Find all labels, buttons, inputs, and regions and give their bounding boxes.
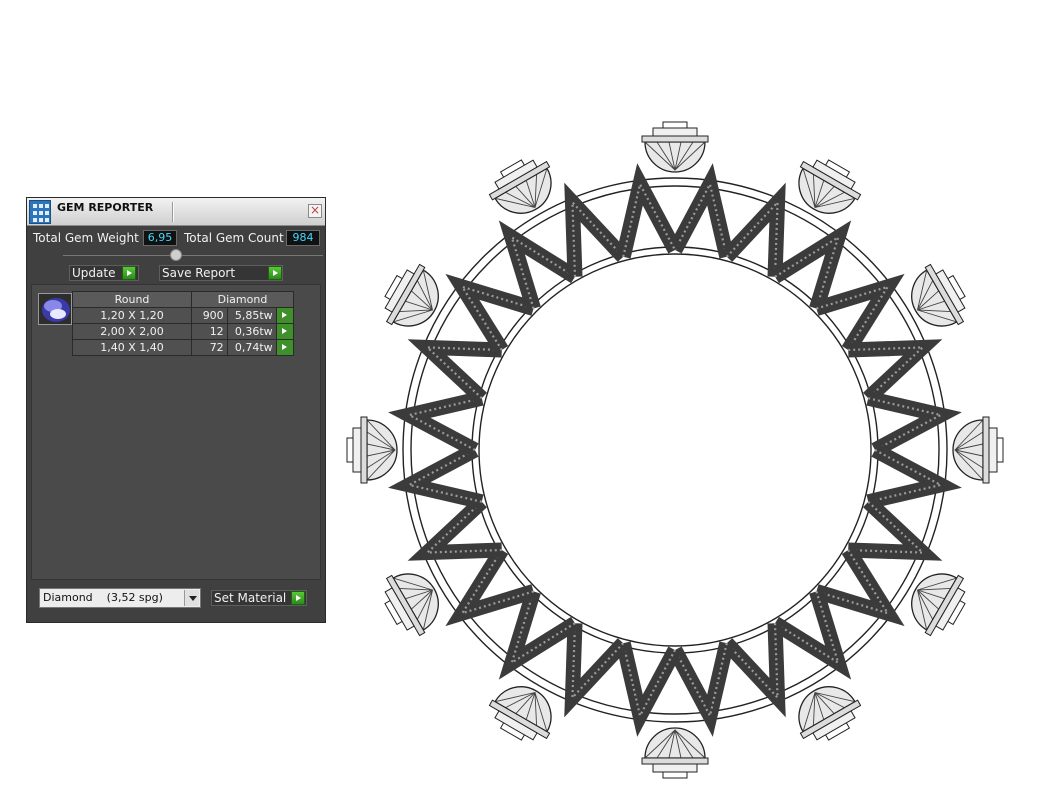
gem-size: 2,00 X 2,00	[72, 323, 192, 340]
chevron-down-icon[interactable]	[184, 590, 199, 606]
total-count-label: Total Gem Count	[184, 231, 284, 245]
ring-band	[478, 253, 872, 647]
gem-setting-head	[798, 686, 862, 741]
column-header-material: Diamond	[191, 291, 294, 308]
gem-table: Round Diamond 1,20 X 1,20 900 5,85tw 2,0…	[72, 291, 295, 356]
material-select-value: Diamond (3,52 spg)	[43, 591, 163, 604]
pave-strut	[407, 496, 503, 561]
gem-setting-head	[488, 159, 552, 214]
gem-setting-head	[952, 416, 1004, 484]
gem-setting-head	[798, 159, 862, 214]
ring-band	[402, 177, 948, 723]
pave-strut	[615, 163, 682, 259]
gem-setting-head	[384, 573, 439, 637]
gem-setting-head	[346, 416, 398, 484]
total-count-value: 984	[286, 230, 320, 246]
gem-count: 900	[191, 307, 228, 324]
gem-size: 1,20 X 1,20	[72, 307, 192, 324]
gem-size: 1,40 X 1,40	[72, 339, 192, 356]
gem-reporter-panel: GEM REPORTER × Total Gem Weight 6,95 Tot…	[26, 197, 326, 623]
play-arrow-icon[interactable]	[291, 591, 305, 605]
table-row[interactable]: 1,40 X 1,40 72 0,74tw	[72, 339, 295, 356]
slider-track[interactable]	[63, 255, 323, 256]
panel-title: GEM REPORTER	[57, 201, 154, 214]
gem-setting-head	[911, 573, 966, 637]
gem-count: 12	[191, 323, 228, 340]
round-gem-icon[interactable]	[38, 293, 72, 325]
panel-titlebar[interactable]: GEM REPORTER ×	[27, 198, 325, 226]
gem-reporter-app-icon	[29, 200, 51, 224]
gem-list-area: Round Diamond 1,20 X 1,20 900 5,85tw 2,0…	[31, 284, 321, 580]
ring-band	[410, 185, 940, 715]
pave-strut	[847, 496, 943, 561]
total-weight-label: Total Gem Weight	[33, 231, 139, 245]
gem-weight: 0,74tw	[226, 339, 277, 356]
pave-strut	[866, 390, 962, 457]
play-arrow-icon[interactable]	[122, 266, 136, 280]
save-report-button[interactable]: Save Report	[159, 265, 283, 281]
pave-strut	[721, 182, 786, 278]
table-header-row: Round Diamond	[72, 291, 294, 308]
gem-setting-head	[488, 686, 552, 741]
play-arrow-icon[interactable]	[275, 339, 295, 356]
gem-setting-head	[641, 121, 709, 173]
viewport[interactable]	[340, 110, 1030, 790]
gem-setting-head	[911, 263, 966, 327]
ring-model[interactable]	[340, 110, 1030, 790]
close-icon[interactable]: ×	[308, 204, 322, 218]
table-row[interactable]: 1,20 X 1,20 900 5,85tw	[72, 307, 295, 324]
gem-weight: 0,36tw	[226, 323, 277, 340]
play-arrow-icon[interactable]	[268, 266, 282, 280]
table-row[interactable]: 2,00 X 2,00 12 0,36tw	[72, 323, 295, 340]
total-weight-value: 6,95	[143, 230, 177, 246]
play-arrow-icon[interactable]	[275, 323, 295, 340]
pave-strut	[388, 443, 484, 510]
gem-weight: 5,85tw	[226, 307, 277, 324]
title-divider	[172, 202, 174, 222]
pave-strut	[668, 641, 735, 737]
slider-thumb[interactable]	[170, 249, 182, 261]
pave-strut	[564, 622, 629, 718]
gem-count: 72	[191, 339, 228, 356]
pave-strut	[564, 182, 629, 278]
pave-strut	[721, 622, 786, 718]
play-arrow-icon[interactable]	[275, 307, 295, 324]
pave-strut	[407, 339, 503, 404]
pave-strut	[847, 339, 943, 404]
gem-setting-head	[384, 263, 439, 327]
gem-setting-head	[641, 727, 709, 779]
column-header-shape: Round	[72, 291, 192, 308]
material-select[interactable]: Diamond (3,52 spg)	[39, 588, 201, 608]
